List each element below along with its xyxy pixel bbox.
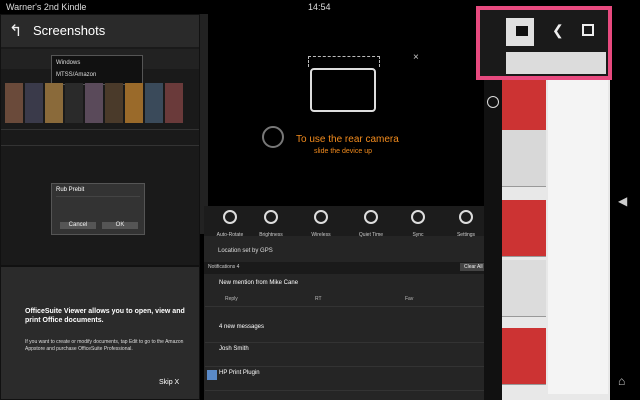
thumbnail[interactable] <box>502 74 546 131</box>
officesuite-panel: OfficeSuite Viewer allows you to open, v… <box>0 266 200 400</box>
favorite-action[interactable]: Fav <box>405 296 413 302</box>
location-status: Location set by GPS <box>218 248 273 254</box>
thumbnail[interactable] <box>502 130 546 187</box>
wireless-button[interactable]: Wireless <box>295 210 347 238</box>
camera-icon[interactable] <box>516 26 528 36</box>
right-edge-strip: ◀ ⌂ <box>610 14 640 400</box>
camera-icon <box>262 126 284 148</box>
notification-title: 4 new messages <box>219 324 265 330</box>
officesuite-body: If you want to create or modify document… <box>25 339 184 352</box>
dropdown-item-2[interactable]: MTSS/Amazon <box>56 72 96 79</box>
article-text-column <box>548 74 608 394</box>
tablet-illustration <box>308 56 380 112</box>
dialog-cancel-button[interactable]: Cancel <box>60 222 96 229</box>
thumbnail[interactable] <box>105 83 123 123</box>
dialog-ok-button[interactable]: OK <box>102 222 138 229</box>
list-item[interactable]: HP Print Plugin <box>205 366 493 391</box>
notification-title: Josh Smith <box>219 346 249 352</box>
thumbnail[interactable] <box>145 83 163 123</box>
thumbnail[interactable] <box>65 83 83 123</box>
status-clock: 14:54 <box>308 2 331 12</box>
thumbnail[interactable] <box>25 83 43 123</box>
app-title: Screenshots <box>33 23 106 38</box>
thumbnail[interactable] <box>502 200 546 257</box>
close-icon[interactable]: × <box>413 52 419 63</box>
dropdown-menu[interactable]: Windows MTSS/Amazon <box>51 55 143 85</box>
app-header: ↰ Screenshots <box>1 15 199 47</box>
thumbnail[interactable] <box>502 328 546 385</box>
notification-title: HP Print Plugin <box>219 370 260 376</box>
reply-action[interactable]: Reply <box>225 296 238 302</box>
clear-all-button[interactable]: Clear All <box>460 263 487 271</box>
arrow-left-icon[interactable]: ◀ <box>618 194 627 208</box>
thumbnail[interactable] <box>125 83 143 123</box>
share-icon[interactable]: ❮ <box>552 22 564 39</box>
camera-tip-title: To use the rear camera <box>296 134 399 145</box>
dialog-title: Rub Prebit <box>56 187 85 193</box>
brightness-button[interactable]: Brightness <box>245 210 297 238</box>
retweet-action[interactable]: RT <box>315 296 322 302</box>
thumbnail[interactable] <box>502 260 546 317</box>
camera-tip-subtitle: slide the device up <box>314 148 372 155</box>
thumbnail[interactable] <box>85 83 103 123</box>
thumbnail[interactable] <box>5 83 23 123</box>
list-item[interactable]: Josh Smith <box>205 342 493 367</box>
device-name: Warner's 2nd Kindle <box>6 2 87 12</box>
thumbnail[interactable] <box>45 83 63 123</box>
quiet-time-button[interactable]: Quiet Time <box>345 210 397 238</box>
side-toolbar <box>200 14 208 234</box>
dropdown-item-1[interactable]: Windows <box>56 60 80 67</box>
back-arrow-icon[interactable]: ↰ <box>9 21 22 41</box>
list-item[interactable]: New mention from Mike Cane Reply RT Fav <box>205 278 493 307</box>
aperture-icon[interactable] <box>487 96 499 108</box>
list-item[interactable]: 4 new messages <box>205 318 493 343</box>
camera-tip-panel: To use the rear camera slide the device … <box>208 14 498 206</box>
screenshots-app-panel: ↰ Screenshots Windows MTSS/Amazon Rub Pr… <box>0 14 200 266</box>
printer-icon <box>207 370 217 380</box>
share-toolbar: ❮ <box>476 6 612 80</box>
notification-title: New mention from Mike Cane <box>219 280 299 286</box>
officesuite-heading: OfficeSuite Viewer allows you to open, v… <box>25 308 185 324</box>
skip-button[interactable]: Skip X <box>159 379 179 386</box>
dialog: Rub Prebit Cancel OK <box>51 183 145 235</box>
thumbnail[interactable] <box>165 83 183 123</box>
checkbox-icon[interactable] <box>582 24 594 36</box>
notifications-label: Notifications 4 <box>208 264 240 270</box>
sync-button[interactable]: Sync <box>392 210 444 238</box>
home-icon[interactable]: ⌂ <box>618 374 625 388</box>
